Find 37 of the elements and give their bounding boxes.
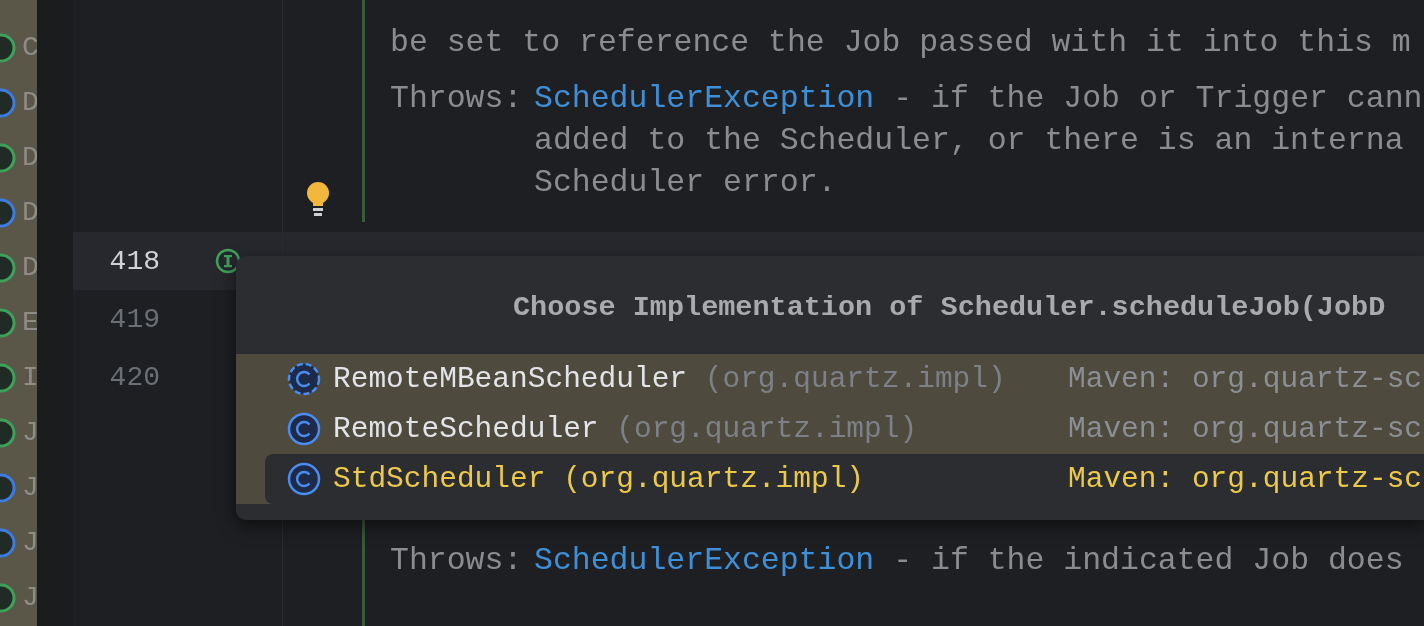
gutter-marker-icon bbox=[215, 247, 243, 275]
project-item[interactable]: D bbox=[0, 240, 37, 296]
class-name: StdScheduler bbox=[333, 462, 546, 496]
package-name: (org.quartz.impl) bbox=[704, 362, 1006, 396]
exception-link[interactable]: SchedulerException bbox=[534, 81, 875, 116]
project-item[interactable]: C bbox=[0, 20, 37, 76]
doc-text: added to the Scheduler, or there is an interna bbox=[534, 122, 1405, 160]
line-number: 420 bbox=[108, 361, 160, 393]
project-item[interactable]: I bbox=[0, 350, 37, 406]
project-item[interactable]: J bbox=[0, 405, 37, 461]
project-item[interactable]: J bbox=[0, 460, 37, 516]
project-item[interactable]: J bbox=[0, 515, 37, 571]
exception-link[interactable]: SchedulerException bbox=[534, 543, 875, 578]
library-location: Maven: org.quartz-sc bbox=[1068, 412, 1423, 446]
package-name: (org.quartz.impl) bbox=[563, 462, 865, 496]
project-item[interactable]: E bbox=[0, 295, 37, 351]
throws-label: Throws: bbox=[390, 542, 524, 580]
class-name: RemoteMBeanScheduler bbox=[333, 362, 688, 396]
project-item[interactable]: D bbox=[0, 185, 37, 241]
implementation-item[interactable]: StdScheduler (org.quartz.impl) Maven: org.quartz-sc bbox=[265, 454, 1424, 504]
project-item[interactable]: D bbox=[0, 130, 37, 186]
library-location: Maven: org.quartz-sc bbox=[1068, 362, 1423, 396]
implementation-item[interactable]: RemoteScheduler (org.quartz.impl) Maven: org.quartz-sc bbox=[265, 404, 1424, 454]
implementation-item[interactable]: RemoteMBeanScheduler (org.quartz.impl) Maven: org.quartz-sc bbox=[265, 354, 1424, 404]
project-item[interactable]: J bbox=[0, 570, 37, 626]
project-item[interactable]: D bbox=[0, 75, 37, 131]
line-number: 419 bbox=[108, 303, 160, 335]
class-name: RemoteScheduler bbox=[333, 412, 599, 446]
package-name: (org.quartz.impl) bbox=[616, 412, 918, 446]
throws-label: Throws: bbox=[390, 80, 524, 118]
popup-title: Choose Implementation of Scheduler.scheduleJob(JobD bbox=[513, 290, 1387, 326]
doc-text: SchedulerException - if the indicated Job does bbox=[534, 542, 1404, 580]
doc-text: be set to reference the Job passed with it into this m bbox=[390, 24, 1412, 62]
library-location: Maven: org.quartz-sc bbox=[1068, 462, 1423, 496]
line-number: 418 bbox=[108, 245, 160, 277]
doc-text: Scheduler error. bbox=[534, 164, 838, 202]
doc-text: SchedulerException - if the Job or Trigger cann bbox=[534, 80, 1423, 118]
